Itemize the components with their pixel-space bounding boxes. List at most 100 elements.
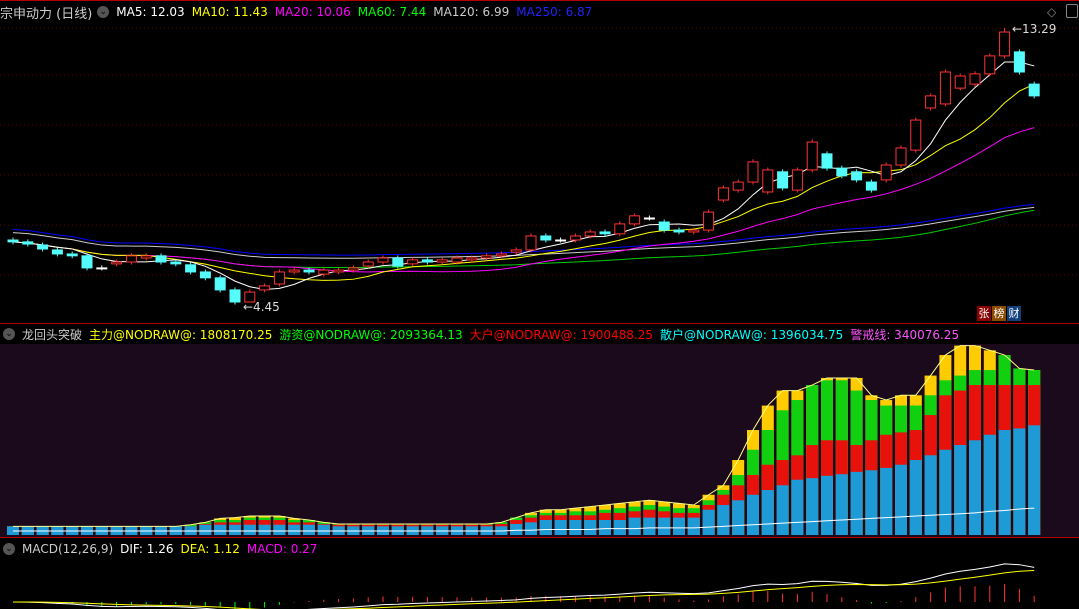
panel-divider[interactable]: [0, 323, 1079, 324]
flow-bar-scattered_blue: [243, 524, 256, 535]
candle: [288, 269, 300, 273]
legend-alert: 警戒线: 340076.25: [850, 327, 960, 342]
flow-bar-scattered_blue: [199, 524, 212, 535]
candle: [96, 267, 108, 270]
ma-label: MA60: 7.44: [357, 5, 427, 19]
low-price-label: ←4.45: [243, 300, 280, 314]
candle: [436, 259, 448, 263]
candle: [510, 249, 522, 253]
flow-bar-scattered_blue: [983, 434, 996, 535]
candle: [910, 119, 922, 151]
candle: [777, 171, 789, 189]
ma120-line: [12, 206, 1035, 259]
candle: [658, 221, 670, 231]
candle: [865, 181, 877, 191]
flow-bar-scattered_blue: [850, 471, 863, 535]
candle: [421, 259, 433, 263]
candle: [66, 253, 78, 257]
ma-label: MA5: 12.03: [116, 5, 185, 19]
badge-bang[interactable]: 榜: [992, 306, 1006, 321]
flow-bar-scattered_blue: [584, 520, 597, 535]
flow-bar-scattered_blue: [835, 474, 848, 535]
chevron-down-icon[interactable]: ⌄: [3, 543, 15, 555]
stock-title: 宗申动力 (日线): [0, 6, 93, 22]
candle: [170, 261, 182, 265]
flow-bar-scattered_blue: [510, 523, 523, 535]
candle: [984, 55, 996, 75]
candle: [495, 253, 507, 257]
candle: [969, 73, 981, 85]
candle: [925, 95, 937, 109]
flow-bar-scattered_blue: [214, 524, 227, 535]
candle: [584, 231, 596, 237]
flow-bar-scattered_blue: [998, 430, 1011, 535]
candle: [229, 289, 241, 303]
flow-bar-scattered_blue: [895, 464, 907, 535]
flow-bar-scattered_blue: [776, 485, 789, 535]
indicator-title: 龙回头突破: [22, 327, 83, 342]
candle: [688, 229, 700, 233]
candle: [762, 169, 774, 193]
flow-bar-scattered_blue: [865, 470, 878, 535]
candle: [407, 259, 419, 265]
candle: [540, 235, 552, 241]
candle: [673, 229, 685, 233]
ma10-line: [12, 83, 1035, 281]
candle: [747, 161, 759, 183]
candle: [392, 257, 404, 267]
candle: [347, 267, 359, 271]
candle: [880, 164, 892, 181]
flow-bar-scattered_blue: [599, 520, 611, 535]
macd-label: MACD: 0.27: [246, 542, 318, 556]
chevron-down-icon[interactable]: ⌄: [97, 6, 110, 18]
candle: [125, 255, 137, 263]
badge-cai[interactable]: 财: [1007, 306, 1021, 321]
candle: [111, 261, 123, 265]
flow-bar-scattered_blue: [317, 524, 330, 535]
flow-bar-scattered_blue: [687, 517, 700, 535]
badge-zhang[interactable]: 张: [977, 306, 991, 321]
candle: [1013, 51, 1025, 73]
candle: [199, 271, 211, 279]
flow-bar-scattered_blue: [702, 509, 715, 535]
flow-bar-scattered_blue: [1013, 428, 1026, 535]
candle: [7, 239, 19, 243]
candle: [303, 269, 315, 273]
candle: [273, 271, 285, 285]
flow-bar-scattered_blue: [747, 494, 759, 535]
flow-chart[interactable]: [0, 344, 1079, 537]
candle: [836, 167, 848, 177]
flow-bar-scattered_blue: [643, 517, 656, 535]
candle: [703, 211, 715, 231]
flow-bar-scattered_blue: [909, 460, 922, 535]
flow-bar-scattered_blue: [880, 467, 893, 535]
flow-bar-scattered_blue: [628, 517, 641, 535]
dea-line: [12, 570, 1035, 609]
candle: [318, 269, 330, 275]
flow-bar-scattered_blue: [539, 520, 552, 535]
flow-bar-scattered_blue: [554, 520, 567, 535]
candle: [525, 235, 537, 251]
price-chart[interactable]: ←13.29 ←4.45: [0, 0, 1079, 322]
ma20-line: [12, 127, 1035, 273]
candle: [954, 75, 966, 89]
candle: [481, 255, 493, 259]
flow-bar-scattered_blue: [806, 478, 819, 535]
candle: [732, 181, 744, 191]
flow-bar-scattered_blue: [613, 520, 626, 535]
candle: [791, 169, 803, 191]
candle: [362, 261, 374, 267]
flow-bar-scattered_blue: [273, 524, 286, 535]
flow-bar-scattered_blue: [303, 524, 315, 535]
chevron-down-icon[interactable]: ⌄: [3, 328, 15, 340]
candle: [643, 217, 655, 220]
flow-bar-scattered_blue: [229, 524, 241, 535]
candle: [451, 257, 463, 263]
candle: [851, 171, 863, 181]
candle: [155, 255, 167, 263]
legend-large: 大户@NODRAW@: 1900488.25: [469, 327, 653, 342]
candle: [81, 255, 93, 269]
flow-bar-scattered_blue: [732, 500, 745, 535]
candle: [466, 257, 478, 261]
ma-label: MA250: 6.87: [516, 5, 593, 19]
